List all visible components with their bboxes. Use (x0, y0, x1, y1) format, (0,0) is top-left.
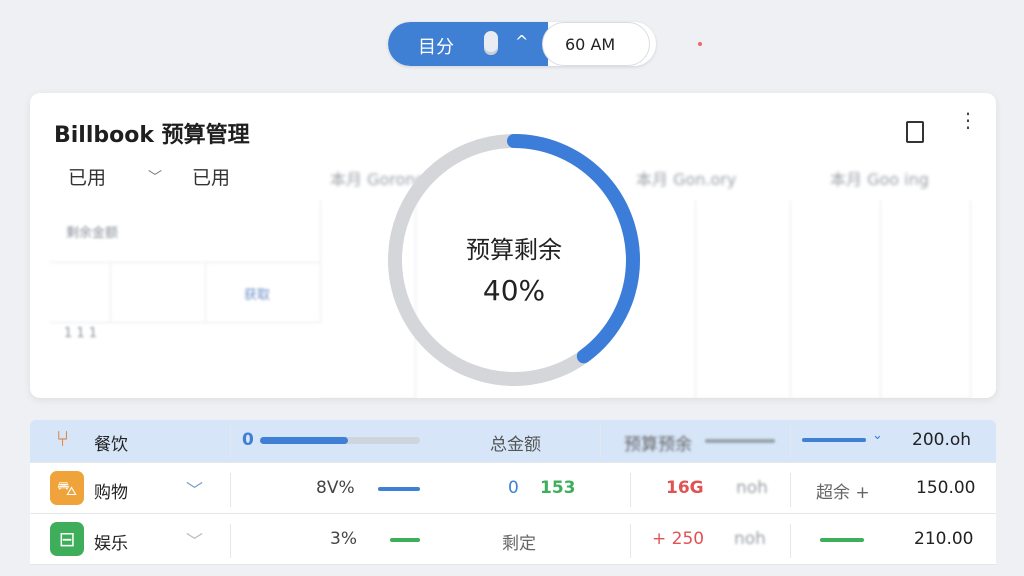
mode-toggle[interactable]: 目分 ^ (388, 22, 548, 66)
progress-bar-fill (260, 437, 348, 444)
grid-cell (50, 262, 111, 323)
gamepad-icon: ⊟ (50, 522, 84, 556)
value-a: 0 (508, 478, 519, 498)
grid-cell (695, 200, 791, 398)
chevron-down-icon[interactable]: ﹀ (186, 527, 203, 552)
value-b: 153 (540, 478, 576, 498)
chevron-down-icon[interactable]: ﹀ (148, 167, 162, 187)
progress-dash (820, 538, 864, 542)
value-a: 剩定 (502, 534, 536, 554)
placeholder-dash (705, 439, 775, 443)
time-button[interactable]: 60 AM (542, 22, 650, 66)
chevron-up-icon[interactable]: ^ (515, 32, 528, 51)
divider (230, 424, 231, 458)
page-title: Billbook 预算管理 (54, 123, 250, 148)
fork-knife-icon: ⑂ (56, 427, 70, 452)
value-d: noh (734, 529, 766, 549)
divider (600, 424, 601, 458)
divider (790, 524, 791, 558)
shopping-basket-icon: ⛍ (50, 471, 84, 505)
notification-dot-icon (698, 42, 702, 46)
percent-value: 8V% (316, 478, 355, 498)
progress-bar (260, 437, 420, 444)
toggle-knob-icon (484, 31, 498, 55)
grid-header-label: 剩余金额 (66, 226, 119, 241)
category-label: 餐饮 (94, 435, 128, 455)
divider (230, 524, 231, 558)
top-toggle-pill[interactable]: 目分 ^ 60 AM (388, 22, 656, 66)
col-budget: 预算预余 (624, 435, 692, 455)
category-label: 购物 (94, 483, 128, 503)
copy-icon[interactable] (906, 121, 924, 143)
indicator-dash (802, 438, 866, 442)
amount-value: 200.oh (912, 430, 972, 450)
table-row-selected[interactable]: ⑂ 餐饮 0 总金额 预算预余 ⌄ 200.oh (30, 420, 996, 463)
chevron-down-icon[interactable]: ﹀ (186, 476, 203, 501)
donut-value: 40% (482, 274, 546, 307)
donut-label: 预算剩余 (466, 236, 562, 264)
percent-value: 3% (330, 529, 357, 549)
filter-month-3[interactable]: 本月 Goo ing (830, 166, 929, 190)
table-row[interactable]: ⊟ 娱乐 ﹀ 3% 剩定 + 250 noh 210.00 (30, 514, 996, 565)
divider (630, 524, 631, 558)
progress-number: 0 (242, 430, 254, 450)
progress-dash (378, 487, 420, 491)
grid-cell (110, 262, 206, 323)
status-tag: 超余 + (816, 483, 870, 503)
value-d: noh (736, 478, 768, 498)
chevron-down-icon[interactable]: ⌄ (872, 428, 883, 443)
value-c: + 250 (652, 529, 705, 549)
table-row[interactable]: ⛍ 购物 ﹀ 8V% 0 153 16G noh 超余 + 150.00 (30, 463, 996, 514)
grid-stepper[interactable]: 1 1 1 (64, 326, 97, 341)
col-amount: 总金额 (490, 435, 541, 455)
time-label: 60 AM (565, 35, 616, 54)
mode-toggle-label: 目分 (418, 37, 454, 58)
progress-dash (390, 538, 420, 542)
category-table: ⑂ 餐饮 0 总金额 预算预余 ⌄ 200.oh ⛍ 购物 ﹀ 8V% 0 15… (30, 420, 996, 576)
filter-month-2[interactable]: 本月 Gon.ory (636, 166, 736, 190)
filter-used-2[interactable]: 已用 (192, 163, 230, 190)
filter-used-1[interactable]: 已用 (68, 163, 106, 190)
value-c: 16G (666, 478, 704, 498)
more-menu-icon[interactable]: ⋮ (958, 110, 978, 130)
divider (790, 424, 791, 458)
grid-cell (790, 200, 881, 398)
amount-value: 210.00 (914, 529, 974, 549)
category-label: 娱乐 (94, 534, 128, 554)
amount-value: 150.00 (916, 478, 976, 498)
grid-tag: 获取 (244, 288, 271, 303)
divider (230, 473, 231, 507)
divider (790, 473, 791, 507)
grid-cell (880, 200, 971, 398)
divider (630, 473, 631, 507)
